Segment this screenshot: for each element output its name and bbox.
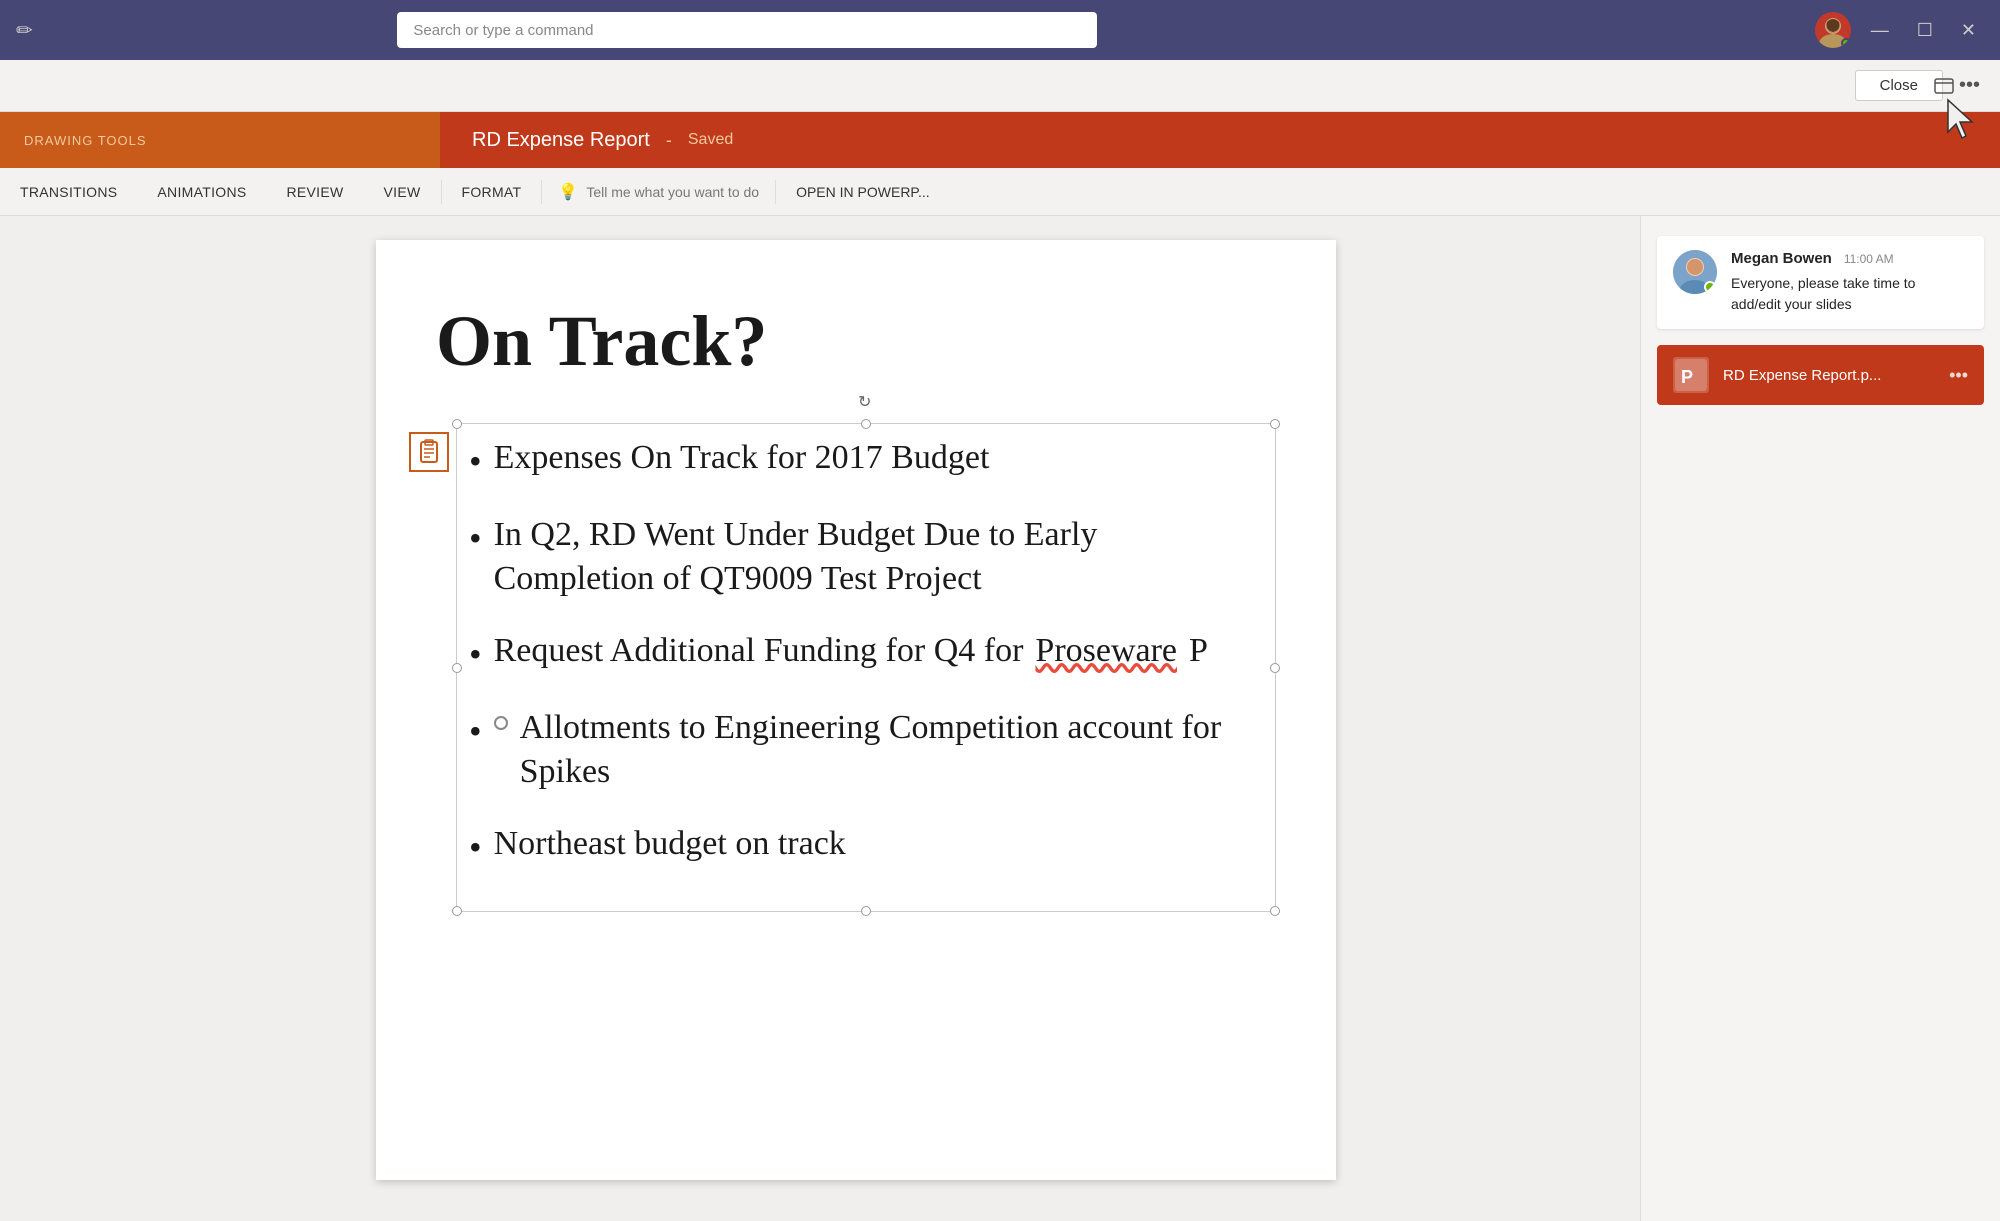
handle-tc[interactable] xyxy=(861,419,871,429)
ppt-ribbon-header: DRAWING TOOLS RD Expense Report - Saved xyxy=(0,112,2000,168)
more-button[interactable]: ••• xyxy=(1959,74,1980,97)
paste-icon[interactable] xyxy=(409,432,449,472)
ppt-tabs: TRANSITIONS ANIMATIONS REVIEW VIEW FORMA… xyxy=(0,168,2000,216)
slide-canvas: On Track? ↻ xyxy=(376,240,1336,1180)
rotate-handle[interactable]: ↻ xyxy=(858,392,874,408)
svg-text:P: P xyxy=(1681,367,1693,387)
maximize-button[interactable]: ☐ xyxy=(1909,16,1941,45)
handle-ml[interactable] xyxy=(452,663,462,673)
drawing-tools-label: DRAWING TOOLS xyxy=(24,133,147,148)
close-button[interactable]: ✕ xyxy=(1953,16,1984,45)
message-avatar-status xyxy=(1704,281,1716,293)
notification-icon[interactable] xyxy=(1928,72,1960,104)
message-content: Megan Bowen 11:00 AM Everyone, please ta… xyxy=(1731,250,1968,315)
ribbon-left: DRAWING TOOLS xyxy=(0,112,440,168)
tab-open-in-ppt[interactable]: OPEN IN POWERP... xyxy=(776,168,950,215)
handle-mr[interactable] xyxy=(1270,663,1280,673)
avatar[interactable] xyxy=(1815,12,1851,48)
file-name: RD Expense Report xyxy=(472,129,650,152)
text-box-selected[interactable]: ↻ Expenses On Track for 2017 Budget In Q… xyxy=(456,423,1276,912)
file-attachment[interactable]: P RD Expense Report.p... ••• xyxy=(1657,345,1984,405)
slide-area: On Track? ↻ xyxy=(0,216,1640,1221)
list-item-1: Expenses On Track for 2017 Budget xyxy=(469,436,1263,485)
message-avatar xyxy=(1673,250,1717,294)
search-placeholder: Search or type a command xyxy=(413,22,593,39)
search-bar[interactable]: Search or type a command xyxy=(397,12,1097,48)
message-header: Megan Bowen 11:00 AM xyxy=(1731,250,1968,267)
list-item-3: Request Additional Funding for Q4 for Pr… xyxy=(469,629,1263,678)
handle-bc[interactable] xyxy=(861,906,871,916)
handle-tl[interactable] xyxy=(452,419,462,429)
avatar-status xyxy=(1841,38,1851,48)
ppt-container: Close ••• DRAWING TOOLS RD Expense Repor… xyxy=(0,60,2000,1221)
chat-message: Megan Bowen 11:00 AM Everyone, please ta… xyxy=(1657,236,1984,329)
ribbon-dash: - xyxy=(666,130,672,151)
bullet-list: Expenses On Track for 2017 Budget In Q2,… xyxy=(469,436,1263,871)
handle-bl[interactable] xyxy=(452,906,462,916)
tab-view[interactable]: VIEW xyxy=(364,168,441,215)
file-ppt-icon: P xyxy=(1673,357,1709,393)
minimize-button[interactable]: — xyxy=(1863,16,1897,45)
ppt-actionbar: Close ••• xyxy=(0,60,2000,112)
right-panel: Megan Bowen 11:00 AM Everyone, please ta… xyxy=(1640,216,2000,1221)
teams-titlebar: ✏ Search or type a command — ☐ ✕ xyxy=(0,0,2000,60)
lightbulb-icon: 💡 xyxy=(558,182,578,202)
tab-review[interactable]: REVIEW xyxy=(267,168,364,215)
spellcheck-word: Proseware xyxy=(1035,629,1177,673)
message-sender: Megan Bowen xyxy=(1731,250,1832,267)
message-time: 11:00 AM xyxy=(1844,252,1894,266)
edit-icon[interactable]: ✏ xyxy=(16,18,33,43)
tab-format[interactable]: FORMAT xyxy=(442,168,542,215)
list-item-2: In Q2, RD Went Under Budget Due to Early… xyxy=(469,513,1263,601)
handle-tr[interactable] xyxy=(1270,419,1280,429)
tab-transitions[interactable]: TRANSITIONS xyxy=(0,168,137,215)
titlebar-controls: — ☐ ✕ xyxy=(1815,12,1984,48)
file-more-button[interactable]: ••• xyxy=(1949,365,1968,386)
list-item-5: Northeast budget on track xyxy=(469,822,1263,871)
tell-me-label: Tell me what you want to do xyxy=(586,184,759,200)
message-text: Everyone, please take time to add/edit y… xyxy=(1731,273,1968,315)
file-name: RD Expense Report.p... xyxy=(1723,367,1935,384)
circle-bullet xyxy=(494,716,508,730)
ppt-main: On Track? ↻ xyxy=(0,216,2000,1221)
handle-br[interactable] xyxy=(1270,906,1280,916)
tell-me-area[interactable]: 💡 Tell me what you want to do xyxy=(542,182,775,202)
ribbon-center: RD Expense Report - Saved xyxy=(440,112,2000,168)
ribbon-status: Saved xyxy=(688,131,733,149)
list-item-4: Allotments to Engineering Competition ac… xyxy=(469,706,1263,794)
tab-animations[interactable]: ANIMATIONS xyxy=(137,168,266,215)
slide-title: On Track? xyxy=(436,300,1276,383)
